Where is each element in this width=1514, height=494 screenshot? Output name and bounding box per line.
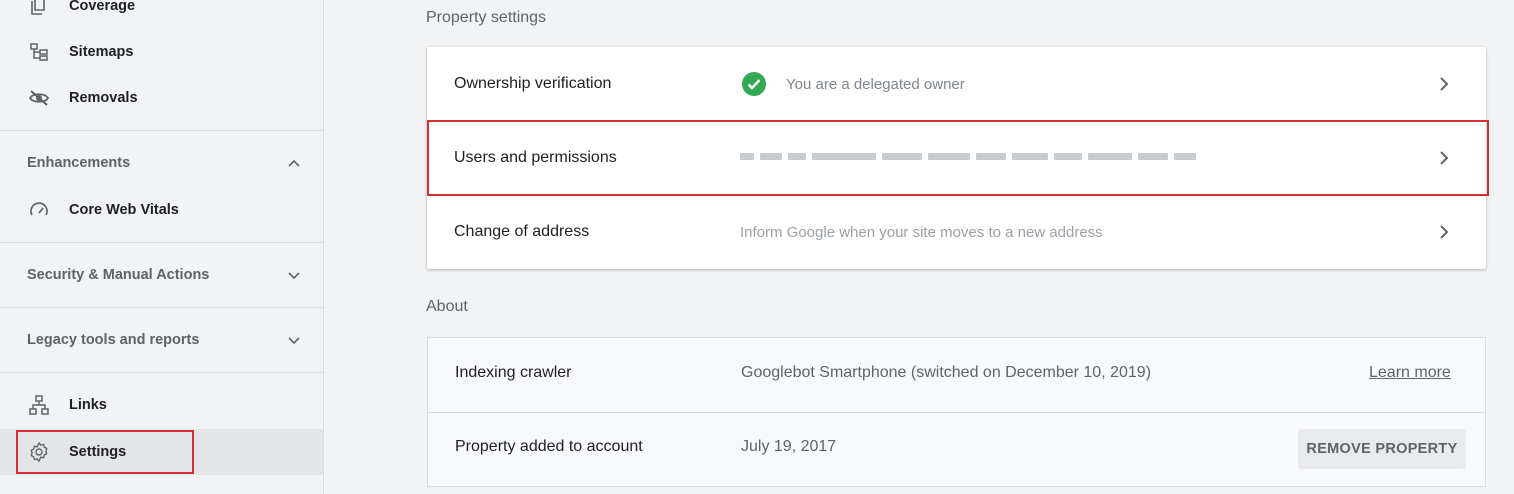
settings-row-ownership[interactable]: Ownership verification You are a delegat… (427, 47, 1486, 121)
section-label: Security & Manual Actions (27, 267, 210, 283)
sidebar-item-label: Removals (69, 90, 138, 106)
divider (0, 307, 323, 308)
row-label: Indexing crawler (455, 364, 572, 381)
gauge-icon (27, 198, 51, 222)
property-settings-heading: Property settings (426, 9, 547, 26)
chevron-down-icon (288, 272, 300, 280)
about-row-property-added: Property added to account July 19, 2017 … (428, 412, 1485, 486)
about-heading: About (426, 298, 468, 315)
remove-property-button[interactable]: REMOVE PROPERTY (1298, 429, 1466, 469)
sitemaps-icon (27, 40, 51, 64)
sidebar-item-removals[interactable]: Removals (0, 75, 323, 121)
sidebar-item-label: Core Web Vitals (69, 202, 179, 218)
sidebar-item-links[interactable]: Links (0, 382, 323, 428)
highlight-box (16, 430, 194, 474)
about-row-indexing-crawler: Indexing crawler Googlebot Smartphone (s… (428, 338, 1485, 412)
section-security[interactable]: Security & Manual Actions (0, 253, 323, 297)
row-value: July 19, 2017 (741, 438, 837, 455)
main-content: Property settings Ownership verification… (324, 0, 1514, 494)
row-label: Property added to account (455, 438, 643, 455)
chevron-down-icon (288, 337, 300, 345)
learn-more-link[interactable]: Learn more (1369, 364, 1451, 382)
chevron-up-icon (288, 159, 300, 167)
row-value: Googlebot Smartphone (switched on Decemb… (741, 364, 1152, 381)
section-enhancements[interactable]: Enhancements (0, 141, 323, 185)
section-legacy[interactable]: Legacy tools and reports (0, 318, 323, 362)
highlight-box (427, 120, 1489, 196)
links-icon (27, 393, 51, 417)
sidebar: Coverage Sitemaps Removals Enhancements … (0, 0, 324, 494)
sidebar-item-label: Links (69, 397, 107, 413)
chevron-right-icon (1440, 77, 1449, 91)
divider (0, 130, 323, 131)
row-value: Inform Google when your site moves to a … (740, 223, 1103, 241)
row-label: Ownership verification (454, 75, 612, 92)
sidebar-item-coverage[interactable]: Coverage (0, 0, 323, 29)
settings-row-change-of-address[interactable]: Change of address Inform Google when you… (427, 195, 1486, 269)
row-label: Change of address (454, 223, 590, 240)
removals-icon (27, 86, 51, 110)
about-card: Indexing crawler Googlebot Smartphone (s… (427, 337, 1486, 487)
chevron-right-icon (1440, 225, 1449, 239)
sidebar-item-sitemaps[interactable]: Sitemaps (0, 29, 323, 75)
sidebar-item-core-web-vitals[interactable]: Core Web Vitals (0, 187, 323, 233)
section-label: Legacy tools and reports (27, 332, 200, 348)
divider (0, 372, 323, 373)
row-value: You are a delegated owner (786, 75, 965, 93)
coverage-icon (27, 0, 51, 18)
sidebar-item-label: Sitemaps (69, 44, 134, 60)
section-label: Enhancements (27, 155, 131, 171)
sidebar-item-label: Coverage (69, 0, 136, 14)
check-circle-icon (742, 72, 766, 96)
divider (0, 242, 323, 243)
